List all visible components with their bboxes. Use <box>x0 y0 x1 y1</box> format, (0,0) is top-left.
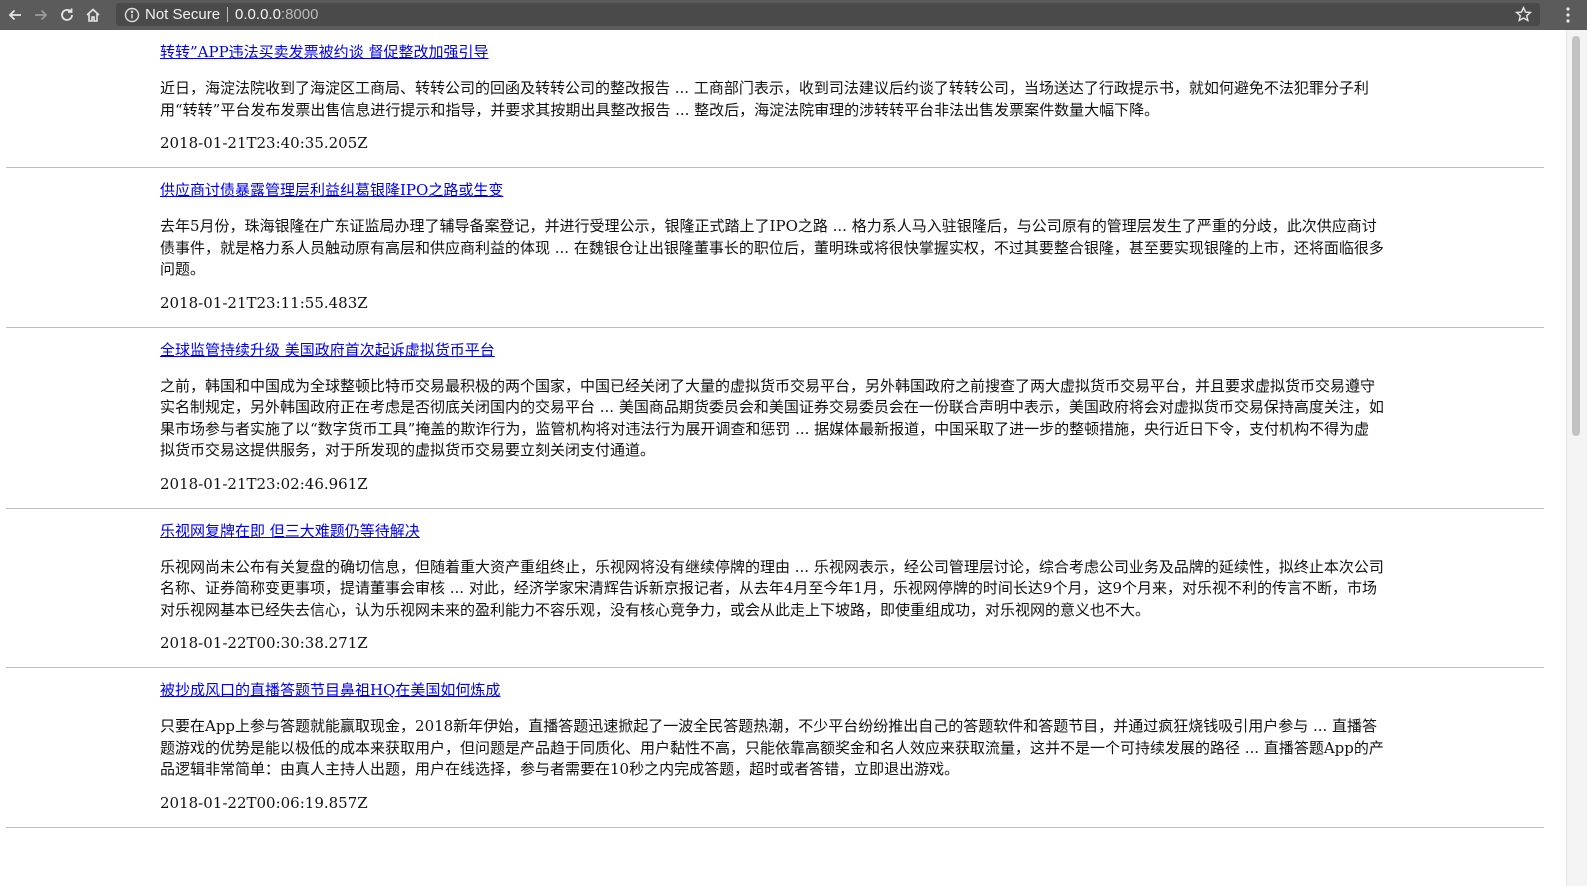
article-title-link[interactable]: 转转”APP违法买卖发票被约谈 督促整改加强引导 <box>160 42 488 62</box>
url-port[interactable]: :8000 <box>281 6 319 23</box>
security-label[interactable]: Not Secure <box>145 6 220 23</box>
article-title-link[interactable]: 全球监管持续升级 美国政府首次起诉虚拟货币平台 <box>160 340 495 360</box>
news-list: 转转”APP违法买卖发票被约谈 督促整改加强引导 近日，海淀法院收到了海淀区工商… <box>0 30 1552 886</box>
browser-toolbar: Not Secure 0.0.0.0:8000 <box>0 0 1587 30</box>
article-summary: 之前，韩国和中国成为全球整顿比特币交易最积极的两个国家，中国已经关闭了大量的虚拟… <box>160 376 1384 460</box>
article-summary: 近日，海淀法院收到了海淀区工商局、转转公司的回函及转转公司的整改报告 ... 工… <box>160 79 1369 119</box>
article-date: 2018-01-22T00:06:19.857Z <box>160 793 368 812</box>
article-date: 2018-01-22T00:30:38.271Z <box>160 634 368 652</box>
reload-icon[interactable] <box>56 4 78 26</box>
article-title-link[interactable]: 供应商讨债暴露管理层利益纠葛银隆IPO之路或生变 <box>160 180 503 200</box>
forward-arrow-icon[interactable] <box>30 4 52 26</box>
article-summary: 去年5月份，珠海银隆在广东证监局办理了辅导备案登记，并进行受理公示，银隆正式踏上… <box>160 217 1384 278</box>
back-arrow-icon[interactable] <box>4 4 26 26</box>
article-summary: 乐视网尚未公布有关复盘的确切信息，但随着重大资产重组终止，乐视网将没有继续停牌的… <box>160 557 1384 619</box>
article-title-link[interactable]: 乐视网复牌在即 但三大难题仍等待解决 <box>160 521 420 541</box>
article-date: 2018-01-21T23:40:35.205Z <box>160 134 368 152</box>
kebab-menu-icon[interactable] <box>1565 6 1571 24</box>
info-icon[interactable] <box>124 7 140 23</box>
vertical-scrollbar[interactable] <box>1566 30 1587 886</box>
list-item: 被抄成风口的直播答题节目鼻祖HQ在美国如何炼成 只要在App上参与答题就能赢取现… <box>6 668 1544 828</box>
article-summary: 只要在App上参与答题就能赢取现金，2018新年伊始，直播答题迅速掀起了一波全民… <box>160 717 1384 778</box>
article-date: 2018-01-21T23:11:55.483Z <box>160 293 368 312</box>
address-bar[interactable]: Not Secure 0.0.0.0:8000 <box>116 3 1540 26</box>
article-date: 2018-01-21T23:02:46.961Z <box>160 474 368 493</box>
url-host[interactable]: 0.0.0.0 <box>235 6 281 23</box>
star-icon[interactable] <box>1515 6 1532 23</box>
list-item: 供应商讨债暴露管理层利益纠葛银隆IPO之路或生变 去年5月份，珠海银隆在广东证监… <box>6 168 1544 328</box>
list-item: 全球监管持续升级 美国政府首次起诉虚拟货币平台 之前，韩国和中国成为全球整顿比特… <box>6 328 1544 509</box>
list-item: 转转”APP违法买卖发票被约谈 督促整改加强引导 近日，海淀法院收到了海淀区工商… <box>6 30 1544 168</box>
home-icon[interactable] <box>82 4 104 26</box>
omnibox-divider <box>227 7 229 22</box>
list-item: 乐视网复牌在即 但三大难题仍等待解决 乐视网尚未公布有关复盘的确切信息，但随着重… <box>6 509 1544 668</box>
scrollbar-thumb[interactable] <box>1572 36 1580 436</box>
article-title-link[interactable]: 被抄成风口的直播答题节目鼻祖HQ在美国如何炼成 <box>160 680 500 700</box>
